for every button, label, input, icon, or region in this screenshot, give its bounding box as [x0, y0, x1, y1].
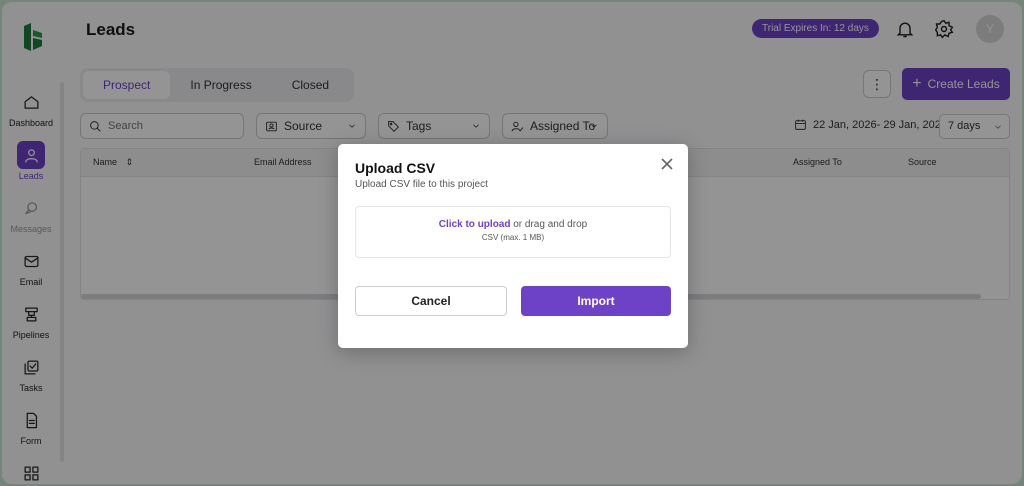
upload-csv-dialog: Upload CSV Upload CSV file to this proje…	[338, 144, 688, 348]
click-to-upload-link[interactable]: Click to upload	[439, 219, 511, 230]
file-hint: CSV (max. 1 MB)	[481, 233, 545, 242]
import-button[interactable]: Import	[521, 286, 671, 316]
cancel-button[interactable]: Cancel	[355, 286, 507, 316]
dialog-subtitle: Upload CSV file to this project	[355, 179, 488, 190]
close-icon[interactable]	[661, 157, 675, 171]
drag-drop-text: or drag and drop	[510, 219, 588, 230]
file-dropzone[interactable]: Click to upload or drag and drop CSV (ma…	[355, 206, 671, 258]
dialog-title: Upload CSV	[355, 160, 436, 176]
